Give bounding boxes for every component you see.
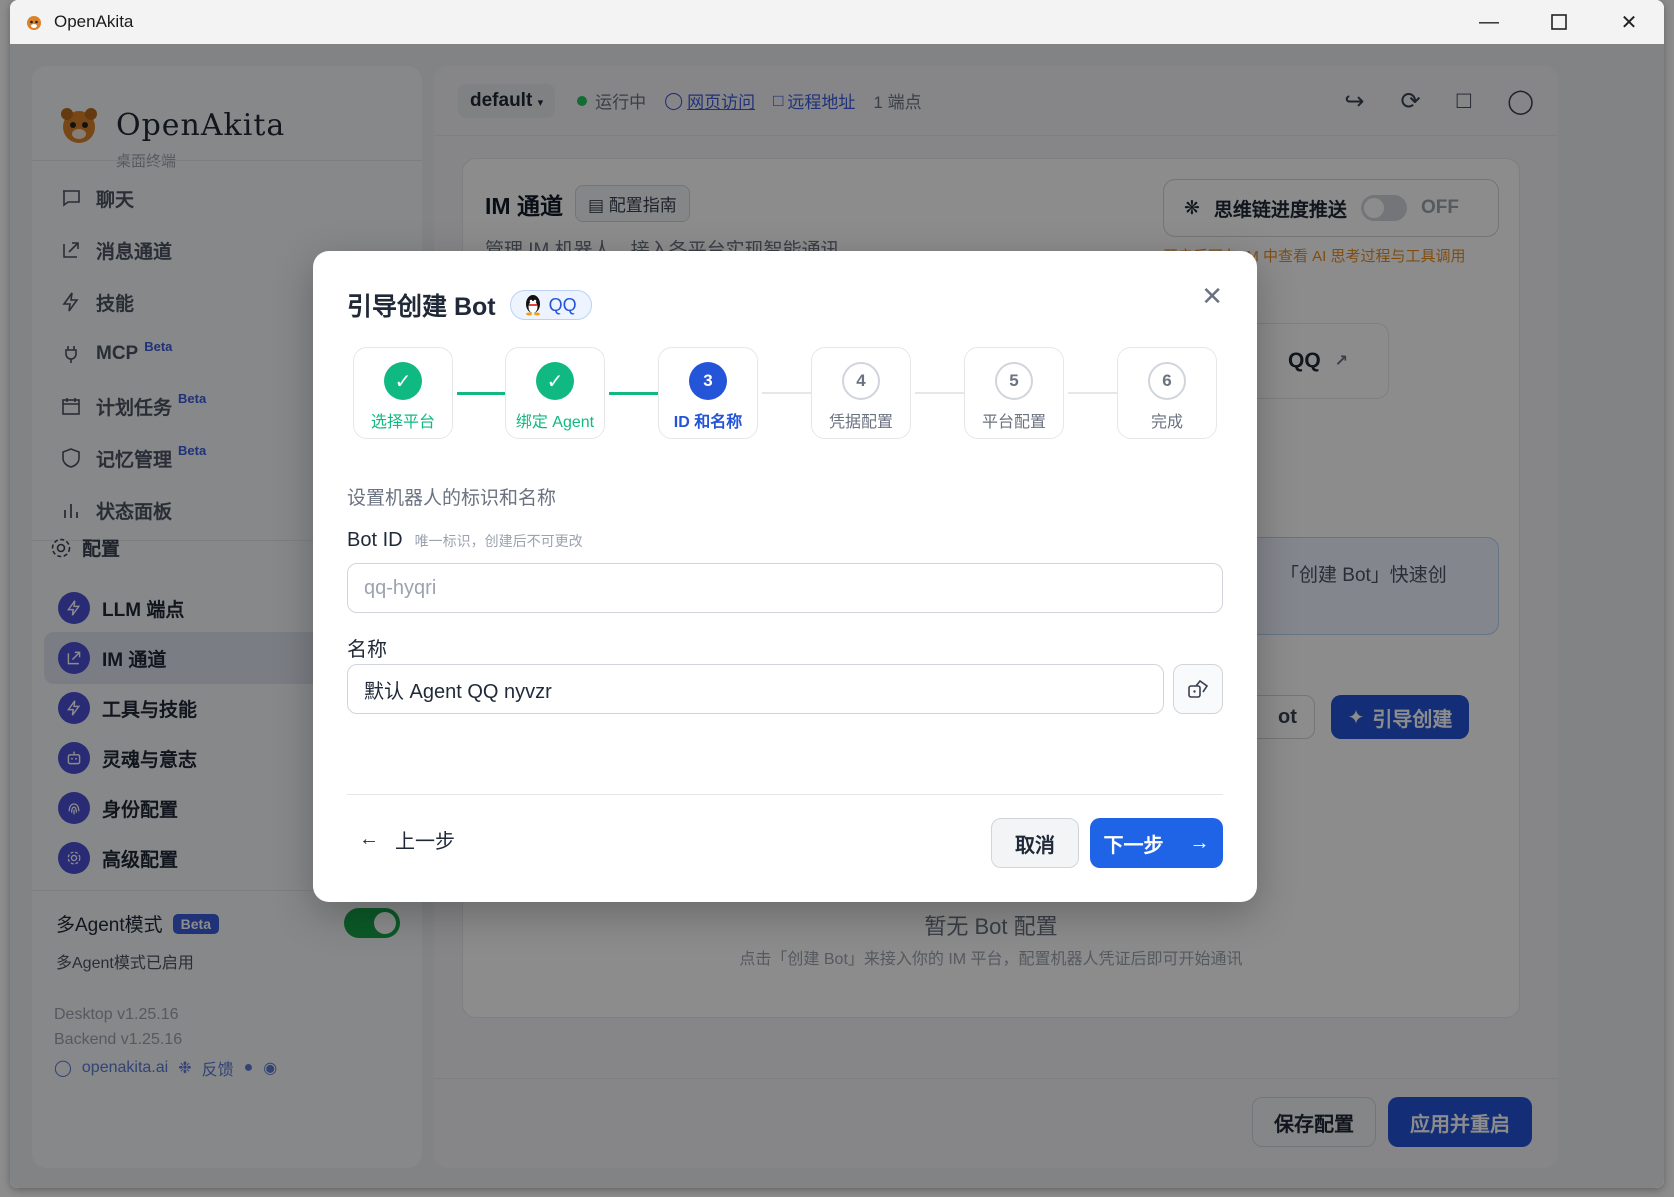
platform-badge: QQ (509, 290, 592, 320)
modal-title: 引导创建 Bot (347, 293, 496, 321)
step-description: 设置机器人的标识和名称 (347, 488, 557, 509)
dice-icon (1188, 679, 1209, 698)
cancel-button[interactable]: 取消 (991, 818, 1079, 868)
check-icon: ✓ (384, 362, 422, 400)
wizard-step-6[interactable]: 6 完成 (1117, 347, 1217, 439)
wizard-steps: ✓ 选择平台 ✓ 绑定 Agent 3 ID 和名称 4 凭据配置 5 平台配置… (353, 347, 1217, 439)
step-connector (1068, 392, 1120, 394)
window-controls: — ✕ (1454, 0, 1664, 44)
step-connector (609, 392, 661, 395)
modal-divider (347, 794, 1223, 795)
step-number: 4 (842, 362, 880, 400)
wizard-step-4[interactable]: 4 凭据配置 (811, 347, 911, 439)
arrow-right-icon: → (1189, 831, 1210, 854)
step-label: 选择平台 (370, 414, 435, 431)
name-label: 名称 (347, 639, 387, 661)
wizard-step-5[interactable]: 5 平台配置 (964, 347, 1064, 439)
previous-step-button[interactable]: ← 上一步 (359, 825, 455, 854)
bot-id-input[interactable] (347, 563, 1223, 613)
step-number: 6 (1148, 362, 1186, 400)
close-window-icon[interactable]: ✕ (1594, 0, 1664, 44)
qq-penguin-icon (525, 295, 540, 316)
step-number: 5 (995, 362, 1033, 400)
app-logo-icon (27, 16, 41, 30)
arrow-left-icon: ← (359, 828, 379, 850)
bot-id-label: Bot ID (347, 529, 403, 551)
bot-id-hint: 唯一标识，创建后不可更改 (414, 533, 583, 549)
step-connector (457, 392, 509, 395)
close-icon[interactable]: ✕ (1201, 281, 1223, 312)
bot-name-input[interactable] (347, 664, 1164, 714)
step-label: 凭据配置 (828, 414, 893, 431)
step-connector (762, 392, 814, 394)
step-label: ID 和名称 (673, 414, 743, 431)
wizard-step-3[interactable]: 3 ID 和名称 (658, 347, 758, 439)
bot-id-label-row: Bot ID 唯一标识，创建后不可更改 (347, 529, 583, 552)
random-name-button[interactable] (1173, 664, 1223, 714)
next-step-button[interactable]: 下一步 → (1090, 818, 1223, 868)
check-icon: ✓ (536, 362, 574, 400)
step-label: 绑定 Agent (515, 414, 595, 431)
wizard-step-2[interactable]: ✓ 绑定 Agent (505, 347, 605, 439)
next-step-label: 下一步 (1103, 834, 1164, 857)
previous-step-label: 上一步 (395, 831, 455, 853)
name-label-row: 名称 (347, 633, 387, 662)
platform-badge-label: QQ (548, 294, 577, 315)
step-label: 完成 (1150, 414, 1183, 431)
create-bot-wizard-modal: 引导创建 Bot QQ ✕ ✓ 选择平台 ✓ 绑定 Agent 3 ID 和名称… (313, 251, 1257, 902)
window-title: OpenAkita (54, 12, 134, 31)
wizard-step-1[interactable]: ✓ 选择平台 (353, 347, 453, 439)
maximize-icon[interactable] (1524, 0, 1594, 44)
minimize-icon[interactable]: — (1454, 0, 1524, 44)
step-number: 3 (689, 362, 727, 400)
title-bar: OpenAkita — ✕ (10, 0, 1664, 44)
step-connector (915, 392, 967, 394)
modal-title-row: 引导创建 Bot QQ (347, 287, 592, 323)
step-label: 平台配置 (981, 414, 1046, 431)
